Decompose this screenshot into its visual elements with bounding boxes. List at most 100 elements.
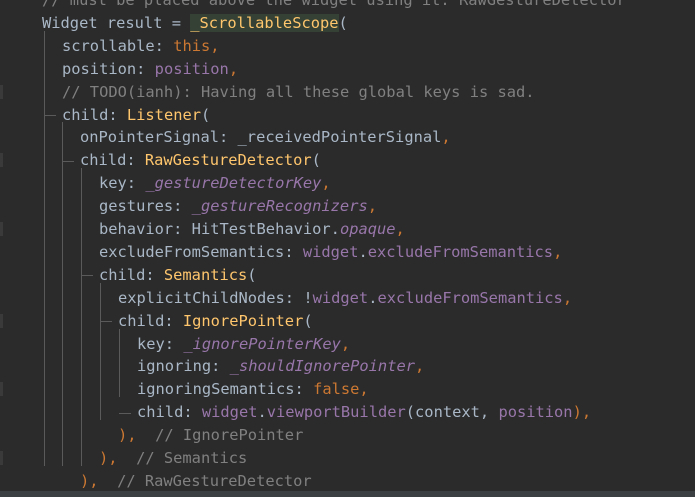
- code-line[interactable]: Widget result = _ScrollableScope(: [0, 12, 695, 35]
- code-line[interactable]: child: Semantics(: [0, 264, 695, 287]
- code-token-field: widget: [302, 242, 359, 261]
- code-line[interactable]: // must be placed above the widget using…: [0, 0, 695, 12]
- code-text: ), // IgnorePointer: [118, 424, 303, 447]
- code-line[interactable]: key: _gestureDetectorKey,: [0, 172, 695, 195]
- code-text: explicitChildNodes: !widget.excludeFromS…: [118, 287, 572, 310]
- code-text: // must be placed above the widget using…: [42, 0, 626, 12]
- code-text: child: Semantics(: [99, 264, 257, 287]
- code-text: key: _ignorePointerKey,: [137, 333, 350, 356]
- code-line[interactable]: ignoringSemantics: false,: [0, 378, 695, 401]
- code-line[interactable]: scrollable: this,: [0, 35, 695, 58]
- code-token-field-italic: _shouldIgnorePointer: [229, 357, 415, 376]
- code-token-keyword: ,: [228, 59, 239, 78]
- code-token-plain: key:: [99, 174, 146, 193]
- code-token-keyword: ,: [340, 334, 351, 353]
- code-editor[interactable]: // must be placed above the widget using…: [0, 0, 695, 497]
- code-token-keyword: ,: [367, 197, 378, 216]
- code-token-plain: (: [247, 265, 257, 284]
- code-token-plain: (: [311, 151, 321, 170]
- code-text: position: position,: [62, 58, 238, 81]
- code-line[interactable]: behavior: HitTestBehavior.opaque,: [0, 218, 695, 241]
- code-token-field: position: [498, 403, 573, 422]
- gutter-fold-marker[interactable]: [0, 153, 3, 168]
- code-token-plain: child:: [62, 105, 127, 124]
- code-token-comment: // must be placed above the widget using…: [42, 0, 626, 9]
- code-token-field: widget: [201, 403, 258, 422]
- code-text: gestures: _gestureRecognizers,: [99, 195, 377, 218]
- code-token-keyword: ,: [553, 242, 563, 261]
- status-bar-edge: [0, 491, 695, 497]
- code-token-plain: position:: [62, 59, 155, 78]
- code-token-keyword: ,: [359, 380, 369, 399]
- code-token-comment: // IgnorePointer: [155, 426, 304, 445]
- code-token-plain: child:: [80, 151, 145, 170]
- code-token-keyword: this: [173, 36, 211, 55]
- code-token-keyword: ,: [415, 357, 425, 376]
- code-token-field-italic: _gestureDetectorKey: [145, 174, 322, 193]
- code-token-field-italic: _ignorePointerKey: [183, 334, 341, 353]
- code-token-plain: (: [303, 311, 313, 330]
- code-line[interactable]: ignoring: _shouldIgnorePointer,: [0, 355, 695, 378]
- gutter-fold-marker[interactable]: [0, 222, 3, 236]
- code-token-keyword: ,: [562, 288, 573, 307]
- gutter-fold-marker[interactable]: [0, 84, 3, 99]
- code-text: ), // RawGestureDetector: [80, 470, 312, 493]
- code-line[interactable]: // TODO(ianh): Having all these global k…: [0, 81, 695, 104]
- code-token-plain: child:: [99, 265, 164, 284]
- code-line[interactable]: key: _ignorePointerKey,: [0, 333, 695, 356]
- code-token-field: excludeFromSemantics: [367, 242, 554, 261]
- code-token-plain: _receivedPointerSignal: [237, 128, 442, 147]
- code-line[interactable]: child: Listener(: [0, 104, 695, 127]
- code-line[interactable]: position: position,: [0, 58, 695, 81]
- code-token-func: Listener: [126, 105, 202, 124]
- code-token-func: RawGestureDetector: [144, 151, 312, 170]
- code-line[interactable]: ), // Semantics: [0, 447, 695, 470]
- code-line[interactable]: explicitChildNodes: !widget.excludeFromS…: [0, 287, 695, 310]
- code-line[interactable]: gestures: _gestureRecognizers,: [0, 195, 695, 218]
- code-token-plain: gestures:: [99, 197, 192, 216]
- gutter-fold-marker[interactable]: [0, 451, 3, 465]
- code-text: onPointerSignal: _receivedPointerSignal,: [80, 126, 451, 149]
- code-token-plain: excludeFromSemantics:: [99, 242, 303, 261]
- gutter-fold-marker[interactable]: [0, 313, 3, 328]
- code-token-plain: key:: [137, 334, 184, 353]
- code-token-plain: scrollable:: [62, 36, 174, 55]
- code-token-keyword: false: [313, 380, 360, 399]
- code-token-func: IgnorePointer: [182, 311, 304, 330]
- code-token-plain: child:: [137, 403, 202, 422]
- code-token-field: widget: [312, 288, 369, 307]
- code-token-plain: (: [201, 105, 211, 124]
- code-text: ignoringSemantics: false,: [137, 378, 369, 401]
- code-text: Widget result = _ScrollableScope(: [42, 12, 348, 35]
- code-line[interactable]: child: IgnorePointer(: [0, 310, 695, 333]
- code-line[interactable]: excludeFromSemantics: widget.excludeFrom…: [0, 241, 695, 264]
- code-token-field: position: [154, 59, 229, 78]
- code-token-plain: .: [257, 403, 267, 422]
- code-token-field-italic: _gestureRecognizers: [191, 197, 368, 216]
- code-token-keyword: ,: [441, 128, 451, 147]
- code-token-keyword: ),: [572, 403, 592, 422]
- gutter-fold-marker[interactable]: [0, 382, 3, 397]
- code-text: key: _gestureDetectorKey,: [99, 172, 331, 195]
- code-token-plain: .: [358, 242, 368, 261]
- code-text: ), // Semantics: [99, 447, 247, 470]
- code-text: child: IgnorePointer(: [118, 310, 313, 333]
- code-line[interactable]: child: RawGestureDetector(: [0, 149, 695, 172]
- code-token-plain: (context,: [405, 403, 499, 422]
- code-token-plain: HitTestBehavior.: [191, 220, 340, 238]
- code-text: behavior: HitTestBehavior.opaque,: [99, 218, 405, 241]
- code-token-comment: // Semantics: [136, 449, 248, 467]
- code-token-func-highlight: _ScrollableScope: [190, 13, 339, 32]
- code-line[interactable]: ), // IgnorePointer: [0, 424, 695, 447]
- code-token-keyword: ),: [99, 449, 137, 467]
- code-token-plain: ignoring:: [137, 357, 230, 376]
- code-text: // TODO(ianh): Having all these global k…: [62, 81, 535, 104]
- code-token-plain: explicitChildNodes: !: [118, 288, 313, 307]
- code-token-keyword: ,: [395, 220, 405, 238]
- code-line[interactable]: onPointerSignal: _receivedPointerSignal,: [0, 126, 695, 149]
- code-line[interactable]: child: widget.viewportBuilder(context, p…: [0, 401, 695, 424]
- code-token-comment: // TODO(ianh): Having all these global k…: [62, 82, 535, 101]
- code-token-keyword: ),: [80, 471, 118, 490]
- code-token-comment: // RawGestureDetector: [117, 471, 312, 490]
- code-line[interactable]: ), // RawGestureDetector: [0, 470, 695, 493]
